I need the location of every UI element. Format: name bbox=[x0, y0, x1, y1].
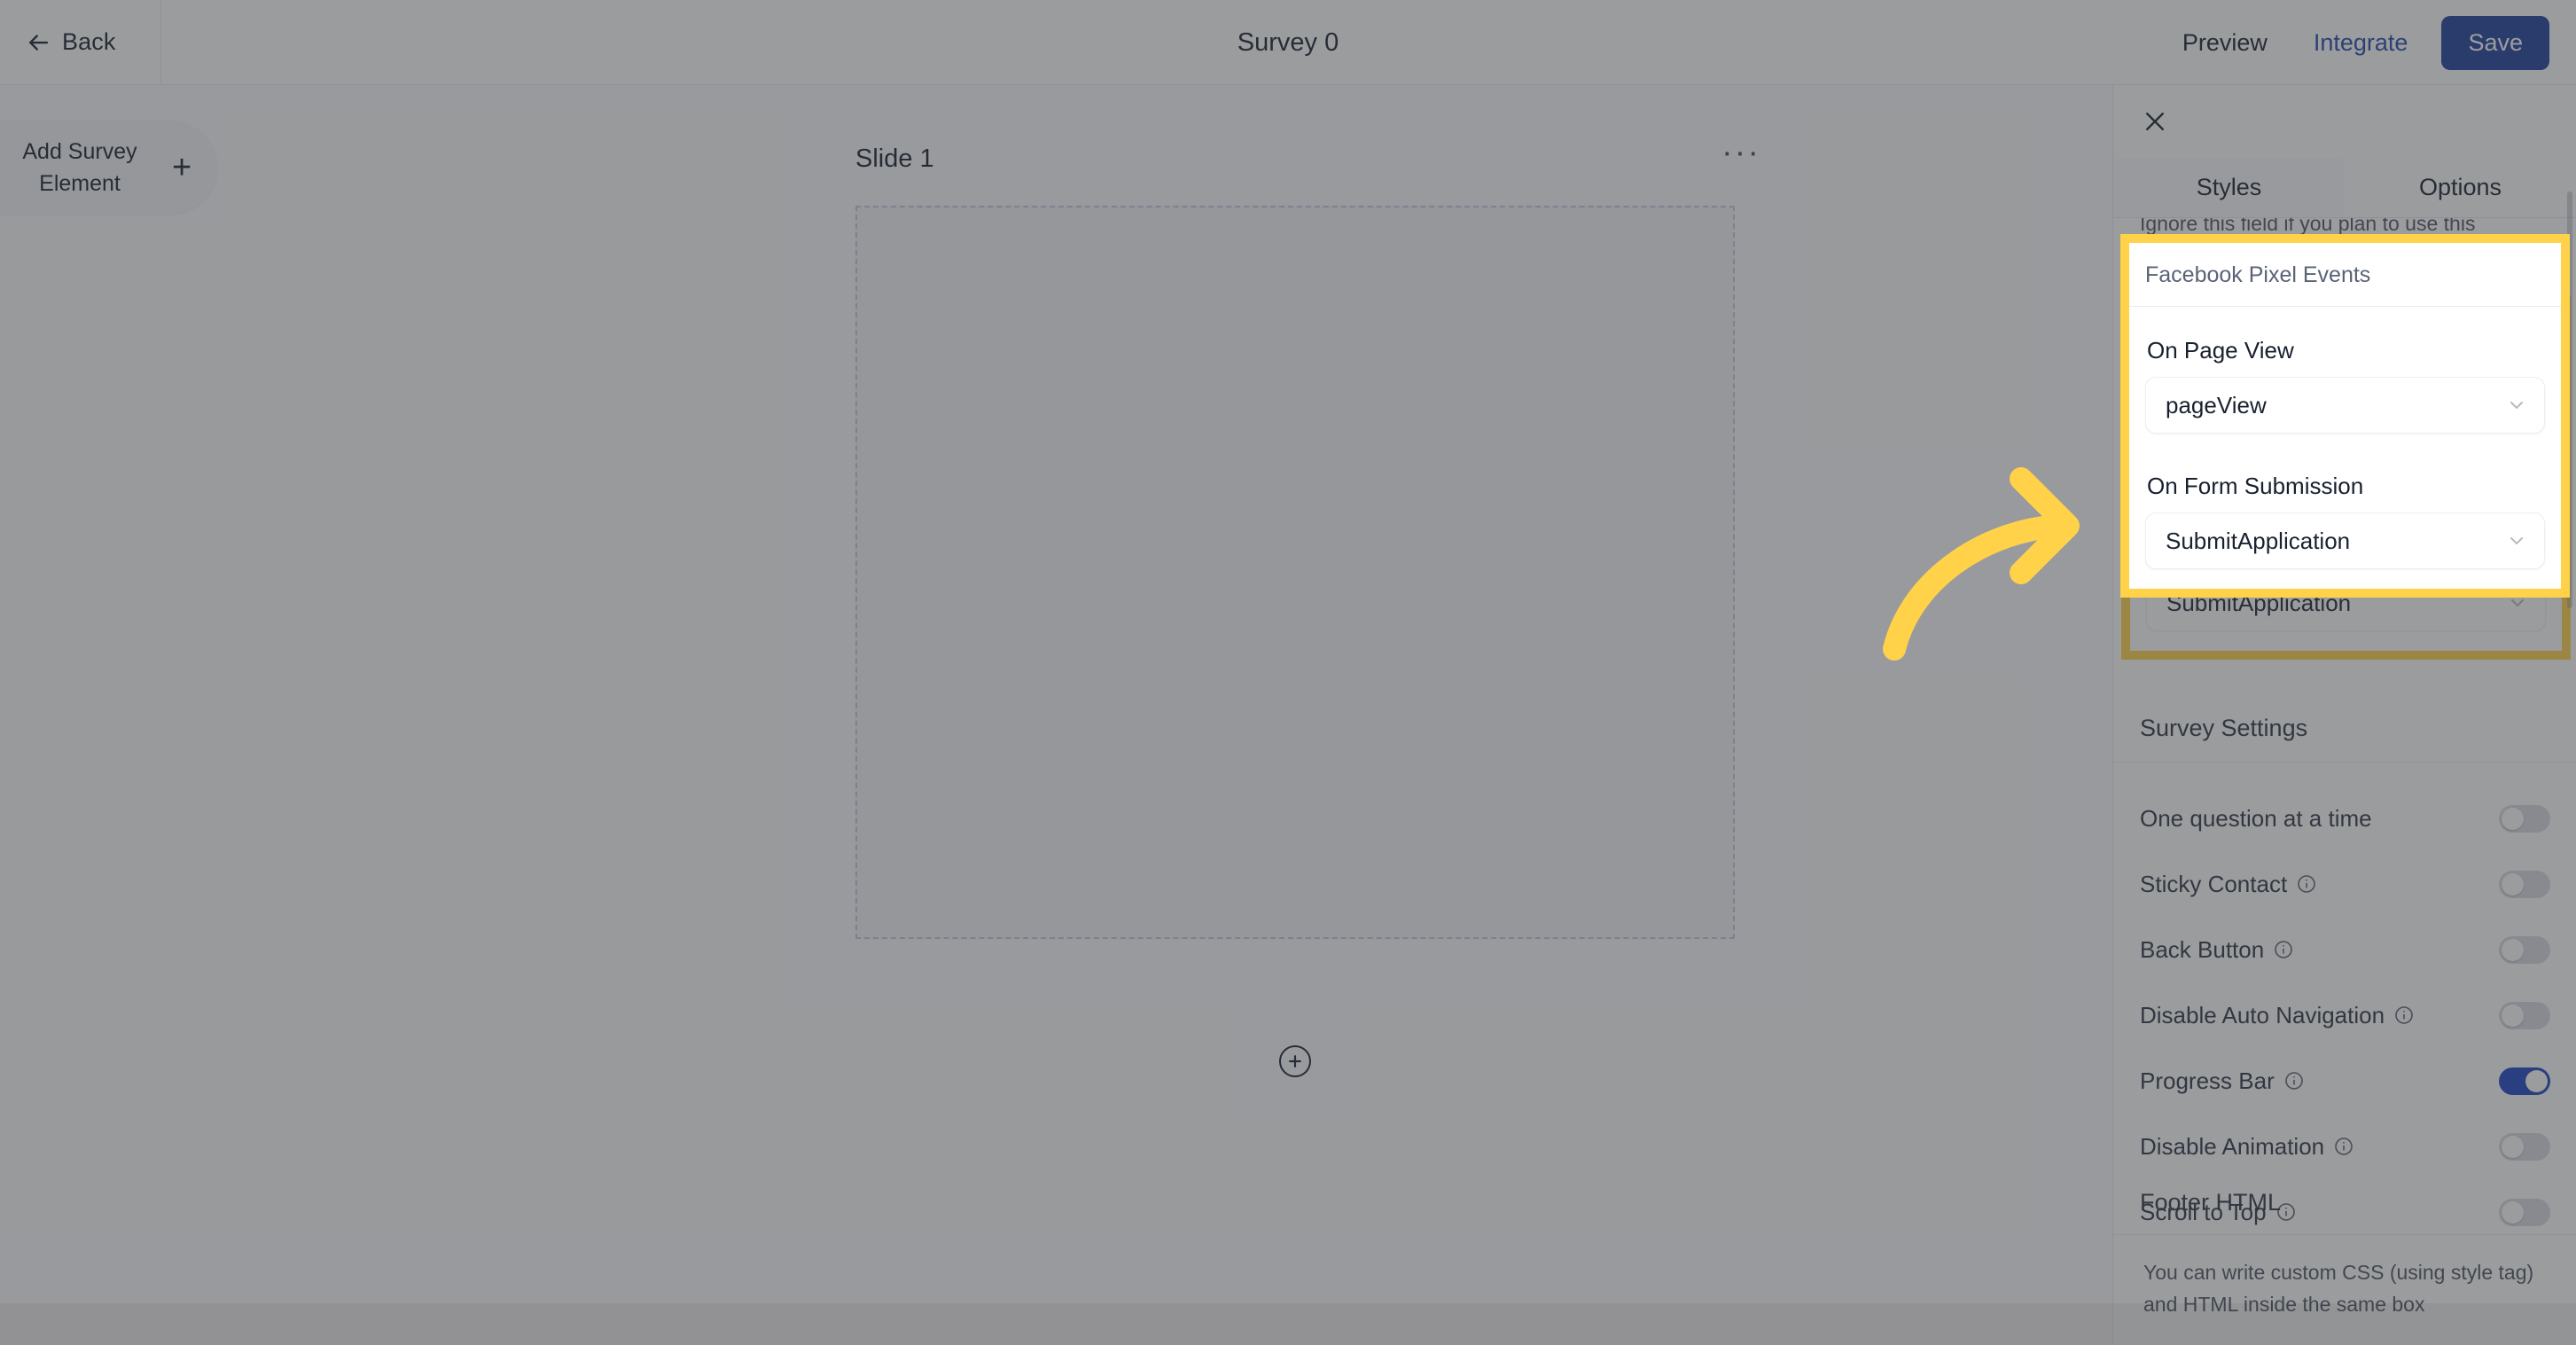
tab-options[interactable]: Options bbox=[2345, 158, 2576, 217]
facebook-pixel-events-card-top: Facebook Pixel Events On Page View pageV… bbox=[2129, 243, 2561, 589]
save-button[interactable]: Save bbox=[2441, 15, 2549, 70]
slide-canvas-dropzone[interactable] bbox=[855, 206, 1735, 939]
add-survey-element-line2: Element bbox=[39, 170, 121, 196]
setting-label-text: Sticky Contact bbox=[2140, 870, 2288, 897]
footer-html-section: Footer HTML You can write custom CSS (us… bbox=[2113, 1189, 2576, 1320]
back-button[interactable]: Back bbox=[0, 0, 161, 85]
plus-icon: + bbox=[172, 148, 192, 186]
close-icon[interactable] bbox=[2140, 106, 2170, 137]
facebook-pixel-events-body-top: On Page View pageView On Form Submission… bbox=[2129, 307, 2561, 589]
on-form-submission-value-top: SubmitApplication bbox=[2166, 527, 2351, 554]
add-survey-element-label: Add Survey Element bbox=[0, 136, 160, 199]
survey-settings-title: Survey Settings bbox=[2113, 715, 2576, 762]
toggle-sticky-contact[interactable] bbox=[2499, 870, 2550, 898]
info-icon[interactable] bbox=[2333, 1136, 2354, 1157]
toggle-disable-animation[interactable] bbox=[2499, 1132, 2550, 1161]
toggle-knob bbox=[2502, 938, 2524, 961]
on-page-view-value-top: pageView bbox=[2166, 391, 2267, 418]
app-root: Back Survey 0 Preview Integrate Save Add… bbox=[0, 0, 2576, 1345]
info-icon[interactable] bbox=[2393, 1005, 2415, 1026]
builder-workspace: Add Survey Element + Slide 1 ··· bbox=[0, 85, 2112, 1345]
info-icon[interactable] bbox=[2273, 939, 2294, 960]
setting-row-disable-auto-navigation: Disable Auto Navigation bbox=[2140, 982, 2550, 1048]
top-bar-actions: Preview Integrate Save bbox=[2159, 0, 2549, 85]
setting-label-text: Back Button bbox=[2140, 935, 2265, 963]
toggle-knob bbox=[2502, 1004, 2524, 1027]
on-page-view-select-top[interactable]: pageView bbox=[2145, 377, 2545, 434]
slide-title: Slide 1 bbox=[855, 144, 934, 173]
setting-label-text: Progress Bar bbox=[2140, 1067, 2275, 1094]
add-survey-element-line1: Add Survey bbox=[22, 138, 137, 164]
add-survey-element-button[interactable]: Add Survey Element + bbox=[0, 121, 217, 214]
setting-label-text: One question at a time bbox=[2140, 804, 2372, 832]
setting-label: One question at a time bbox=[2140, 805, 2372, 833]
setting-label: Progress Bar bbox=[2140, 1067, 2305, 1095]
setting-label-text: Disable Animation bbox=[2140, 1132, 2325, 1160]
toggle-knob bbox=[2525, 1069, 2548, 1092]
toggle-back-button[interactable] bbox=[2499, 935, 2550, 964]
setting-label: Disable Animation bbox=[2140, 1133, 2354, 1161]
survey-settings-section: Survey Settings One question at a time S… bbox=[2113, 715, 2576, 1245]
setting-label: Back Button bbox=[2140, 936, 2294, 964]
toggle-knob bbox=[2502, 872, 2524, 895]
on-page-view-label-top: On Page View bbox=[2147, 337, 2294, 364]
toggle-knob bbox=[2502, 1135, 2524, 1158]
survey-settings-toggle-list: One question at a time Sticky Contact Ba… bbox=[2113, 762, 2576, 1245]
setting-row-one-question-at-a-time: One question at a time bbox=[2140, 786, 2550, 851]
footer-html-hint: You can write custom CSS (using style ta… bbox=[2143, 1261, 2534, 1316]
info-icon[interactable] bbox=[2283, 1070, 2305, 1091]
preview-button[interactable]: Preview bbox=[2159, 29, 2291, 57]
setting-label: Sticky Contact bbox=[2140, 871, 2317, 898]
add-slide-button[interactable] bbox=[1279, 1045, 1311, 1077]
slide-options-menu-icon[interactable]: ··· bbox=[1718, 136, 1764, 174]
tab-styles[interactable]: Styles bbox=[2113, 158, 2345, 217]
setting-row-progress-bar: Progress Bar bbox=[2140, 1048, 2550, 1114]
toggle-disable-auto-navigation[interactable] bbox=[2499, 1001, 2550, 1029]
setting-label-text: Disable Auto Navigation bbox=[2140, 1001, 2385, 1028]
chevron-down-icon bbox=[2505, 394, 2528, 417]
toggle-one-question-at-a-time[interactable] bbox=[2499, 804, 2550, 833]
footer-html-title: Footer HTML bbox=[2113, 1189, 2576, 1235]
panel-tabs: Styles Options bbox=[2113, 158, 2576, 218]
setting-row-sticky-contact: Sticky Contact bbox=[2140, 851, 2550, 917]
setting-row-back-button: Back Button bbox=[2140, 917, 2550, 982]
plus-circle-icon bbox=[1286, 1052, 1304, 1070]
toggle-progress-bar[interactable] bbox=[2499, 1067, 2550, 1095]
on-form-submission-select-top[interactable]: SubmitApplication bbox=[2145, 512, 2545, 569]
facebook-pixel-events-highlight-top: Facebook Pixel Events On Page View pageV… bbox=[2120, 234, 2570, 598]
setting-row-disable-animation: Disable Animation bbox=[2140, 1114, 2550, 1179]
toggle-knob bbox=[2502, 807, 2524, 830]
info-icon[interactable] bbox=[2296, 873, 2317, 895]
slide-header: Slide 1 ··· bbox=[855, 136, 1764, 174]
facebook-pixel-events-title-top: Facebook Pixel Events bbox=[2129, 243, 2561, 307]
setting-label: Disable Auto Navigation bbox=[2140, 1002, 2415, 1029]
panel-header bbox=[2113, 85, 2576, 158]
on-form-submission-label-top: On Form Submission bbox=[2147, 473, 2364, 499]
back-label: Back bbox=[62, 28, 116, 55]
top-bar: Back Survey 0 Preview Integrate Save bbox=[0, 0, 2576, 85]
chevron-down-icon bbox=[2505, 529, 2528, 552]
integrate-button[interactable]: Integrate bbox=[2291, 29, 2432, 57]
arrow-left-icon bbox=[25, 29, 51, 56]
